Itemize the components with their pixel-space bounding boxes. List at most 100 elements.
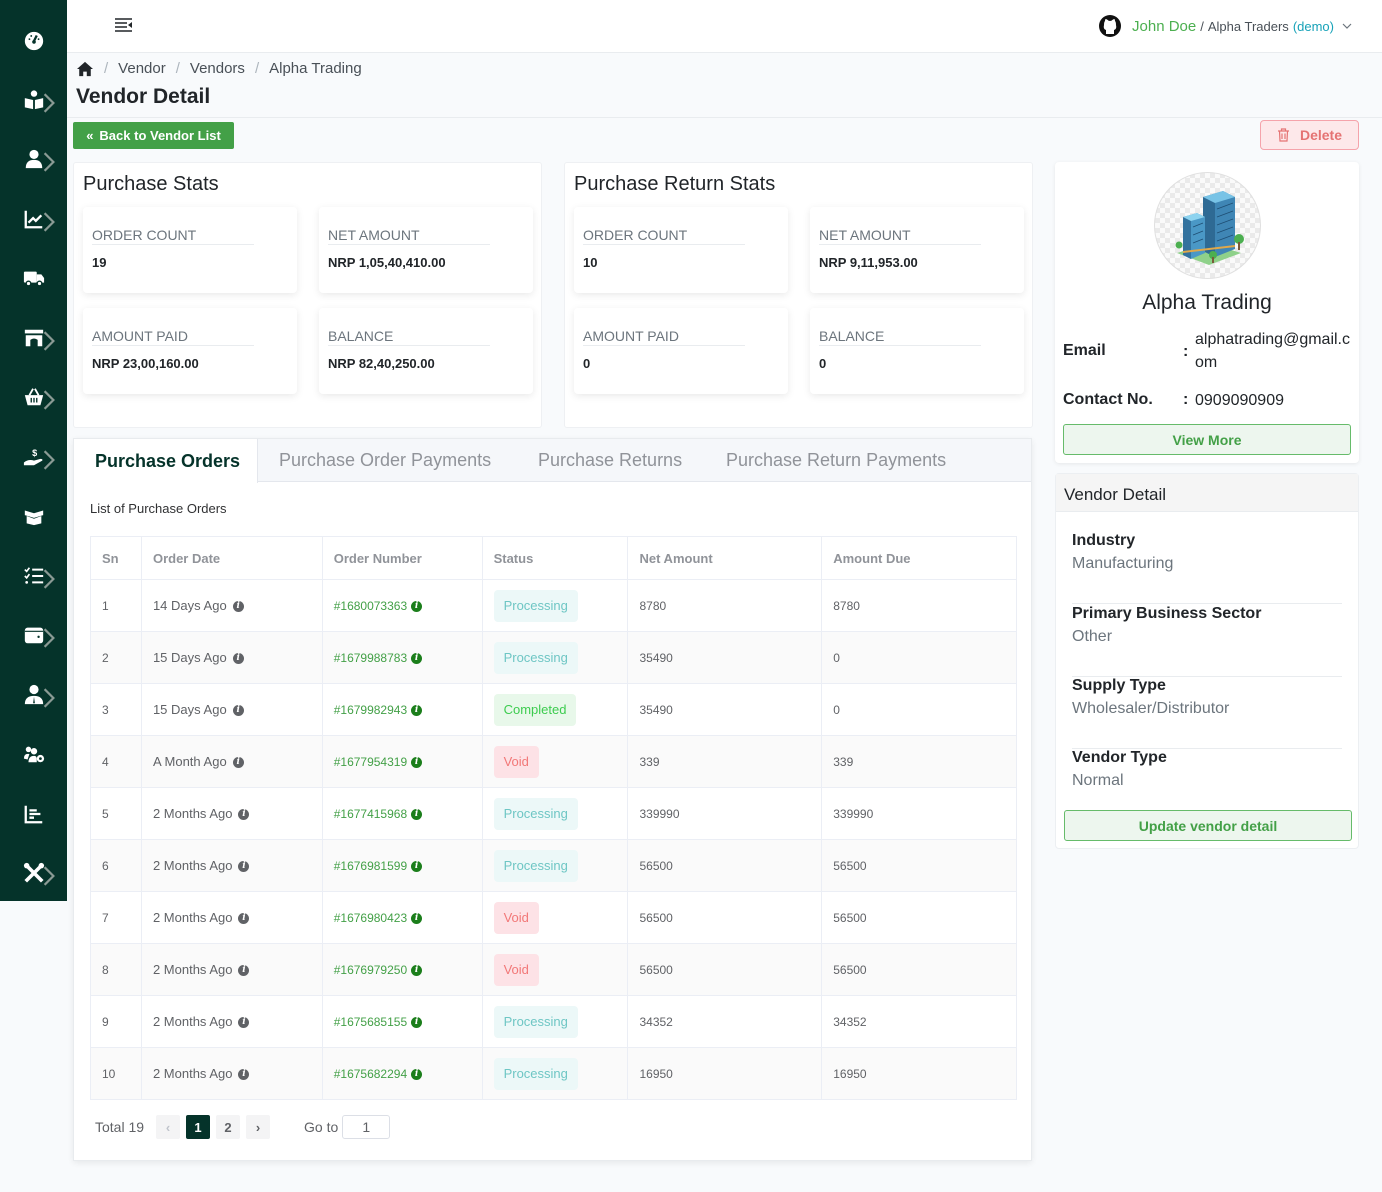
order-number-link[interactable]: #1676980423	[334, 911, 407, 925]
chevron-right-icon	[43, 450, 55, 470]
info-icon[interactable]: i	[238, 913, 250, 925]
sidebar-item-analytics[interactable]	[0, 794, 67, 834]
sidebar-item-dashboard[interactable]	[0, 21, 67, 61]
info-icon[interactable]: i	[411, 808, 423, 820]
email-colon: :	[1183, 343, 1189, 360]
sidebar-item-user-management[interactable]	[0, 734, 67, 774]
cell-order-number: #1676981599 i	[321, 839, 483, 892]
info-icon[interactable]: i	[411, 652, 423, 664]
info-icon[interactable]: i	[411, 860, 423, 872]
col-order-number[interactable]: Order Number	[321, 536, 483, 580]
info-icon[interactable]: i	[411, 1068, 423, 1080]
sidebar-item-settings[interactable]	[0, 853, 67, 893]
info-icon[interactable]: i	[238, 861, 250, 873]
info-icon[interactable]: i	[238, 809, 250, 821]
view-more-button[interactable]: View More	[1063, 424, 1351, 455]
cell-amount-due: 8780	[821, 579, 1017, 632]
col-amount-due[interactable]: Amount Due	[821, 536, 1017, 580]
info-icon[interactable]: i	[238, 1069, 250, 1081]
detail-key: Supply Type	[1072, 677, 1166, 694]
info-icon[interactable]: i	[411, 964, 423, 976]
detail-key: Primary Business Sector	[1072, 605, 1262, 622]
tab-purchase-orders[interactable]: Purchase Orders	[74, 439, 258, 483]
info-icon[interactable]: i	[411, 704, 423, 716]
sidebar-item-reports[interactable]	[0, 199, 67, 239]
tab-purchase-returns[interactable]: Purchase Returns	[538, 439, 682, 482]
info-icon[interactable]: i	[238, 1017, 250, 1029]
sidebar-item-store[interactable]	[0, 318, 67, 358]
tab-purchase-return-payments[interactable]: Purchase Return Payments	[726, 439, 946, 482]
page-2-button[interactable]: 2	[216, 1115, 241, 1139]
col-status[interactable]: Status	[481, 536, 629, 580]
chevron-right-icon	[43, 93, 55, 113]
stat-value: 0	[819, 356, 827, 371]
cell-order-number: #1676980423 i	[321, 891, 483, 944]
goto-page-input[interactable]	[342, 1115, 391, 1139]
cell-amount-due: 56500	[821, 891, 1017, 944]
order-number-link[interactable]: #1675682294	[334, 1067, 407, 1081]
home-icon[interactable]	[76, 61, 94, 77]
stat-label: BALANCE	[328, 328, 490, 346]
chevron-right-icon	[43, 866, 55, 886]
sidebar-item-tasks[interactable]	[0, 556, 67, 596]
menu-toggle-icon[interactable]	[115, 17, 133, 33]
user-menu[interactable]: John Doe / Alpha Traders (demo)	[1098, 14, 1352, 38]
order-number-link[interactable]: #1677415968	[334, 807, 407, 821]
sidebar-item-reader[interactable]	[0, 80, 67, 120]
table-row: 3 15 Days Ago i #1679982943 i Completed 35490 0	[90, 683, 1017, 736]
sidebar-item-employees[interactable]	[0, 675, 67, 715]
update-vendor-detail-button[interactable]: Update vendor detail	[1064, 810, 1352, 841]
sidebar-item-delivery[interactable]	[0, 258, 67, 298]
breadcrumb-vendor[interactable]: Vendor	[118, 60, 166, 77]
back-to-vendor-list-button[interactable]: « Back to Vendor List	[73, 122, 234, 149]
col-order-date[interactable]: Order Date	[140, 536, 323, 580]
info-icon[interactable]: i	[238, 965, 250, 977]
prev-page-button[interactable]: ‹	[156, 1115, 181, 1139]
cell-net-amount: 56500	[627, 943, 823, 996]
github-icon	[1099, 15, 1122, 37]
next-page-button[interactable]: ›	[246, 1115, 271, 1139]
order-number-link[interactable]: #1679988783	[334, 651, 407, 665]
info-icon[interactable]: i	[232, 601, 244, 613]
chevron-down-icon	[1342, 23, 1352, 29]
order-number-link[interactable]: #1679982943	[334, 703, 407, 717]
cell-status: Void	[481, 735, 629, 788]
sidebar-item-sales[interactable]: $	[0, 437, 67, 477]
stat-value: NRP 1,05,40,410.00	[328, 255, 446, 270]
order-number-link[interactable]: #1676981599	[334, 859, 407, 873]
double-chevron-left-icon: «	[86, 128, 94, 143]
cell-status: Processing	[481, 631, 629, 684]
chevron-right-icon	[43, 152, 55, 172]
col-sn[interactable]: Sn	[90, 536, 142, 580]
status-badge: Processing	[493, 1057, 578, 1090]
info-icon[interactable]: i	[232, 653, 244, 665]
breadcrumb-vendors[interactable]: Vendors	[190, 60, 245, 77]
order-number-link[interactable]: #1677954319	[334, 755, 407, 769]
list-title: List of Purchase Orders	[90, 501, 227, 516]
order-number-link[interactable]: #1680073363	[334, 599, 407, 613]
order-number-link[interactable]: #1675685155	[334, 1015, 407, 1029]
tab-purchase-order-payments[interactable]: Purchase Order Payments	[279, 439, 491, 482]
delete-button[interactable]: Delete	[1260, 120, 1359, 150]
info-icon[interactable]: i	[232, 757, 244, 769]
col-net-amount[interactable]: Net Amount	[627, 536, 823, 580]
info-icon[interactable]: i	[411, 912, 423, 924]
sidebar-item-inventory[interactable]	[0, 496, 67, 536]
svg-text:$: $	[32, 448, 37, 458]
page-1-button[interactable]: 1	[186, 1115, 211, 1139]
sidebar-item-user[interactable]	[0, 139, 67, 179]
sidebar-item-wallet[interactable]	[0, 615, 67, 655]
info-icon[interactable]: i	[411, 1016, 423, 1028]
status-badge: Completed	[493, 693, 577, 726]
stat-card: NET AMOUNT NRP 9,11,953.00	[810, 207, 1024, 293]
info-icon[interactable]: i	[232, 705, 244, 717]
vendor-email[interactable]: alphatrading@gmail.com	[1195, 328, 1353, 374]
breadcrumb: / Vendor / Vendors / Alpha Trading	[76, 60, 362, 77]
chevron-right-icon	[43, 212, 55, 232]
info-icon[interactable]: i	[411, 600, 423, 612]
sidebar-item-purchase[interactable]	[0, 377, 67, 417]
info-icon[interactable]: i	[411, 756, 423, 768]
order-number-link[interactable]: #1676979250	[334, 963, 407, 977]
cell-order-date: 2 Months Ago i	[140, 839, 323, 892]
sidebar: $	[0, 0, 67, 901]
